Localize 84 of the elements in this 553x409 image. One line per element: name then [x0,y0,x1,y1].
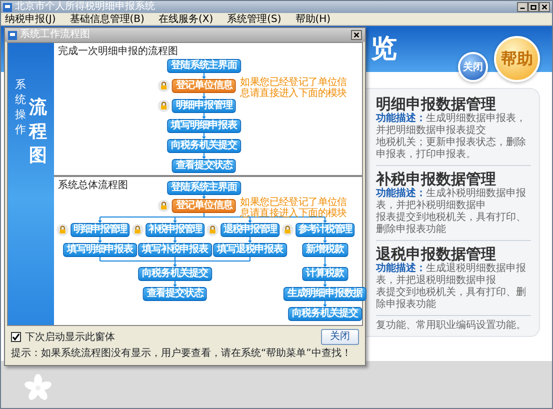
note-text: 如果您已经登记了单位信息请直接进入下面的模块 [240,77,348,99]
flow-step: 新增税款 [302,243,348,257]
flow-arrow [202,112,206,119]
flow-arrow [98,236,102,243]
checkbox[interactable] [11,332,21,342]
menu-item[interactable]: 基础信息管理(B) [70,13,144,25]
flow-step: 填写退税申报表 [213,243,287,257]
lock-icon [282,224,294,236]
checkbox-label: 下次启动显示此窗体 [25,330,115,344]
flow-step: 登陆系统主界面 [167,59,241,73]
lock-icon [158,200,170,212]
close-button[interactable] [539,2,550,12]
menu-item[interactable]: 帮助(H) [295,13,331,25]
flow-arrow [323,256,327,267]
flow-step: 补税申报管理 [146,223,204,237]
flow-step: 登记单位信息 [172,199,236,213]
flow-arrow [323,236,327,243]
flow-arrow [202,152,206,159]
description-text: 功能描述：生成补税明细数据申报表，并把补税明细数据申 [376,188,527,212]
app-icon [3,2,12,12]
flow-step: 登陆系统主界面 [167,181,241,195]
chart-label: 完成一次明细申报的流程图 [58,46,178,58]
flow-step: 登记单位信息 [172,79,236,93]
page-heading: 览 [371,34,397,64]
section-title: 补税申报数据管理 [376,170,497,188]
flow-arrow [202,132,206,139]
minimize-button[interactable] [517,2,528,12]
flow-step: 参考计税管理 [296,223,354,237]
flow-arrow [173,236,177,243]
flow-step: 生成明细申报数据 [283,287,367,301]
description-text: 表提交到地税机关，具有打印、删除申报表功能 [376,287,527,311]
restore-icon [529,3,538,11]
hint-text: 提示：如果系统流程图没有显示，用户要查看，请在系统“帮助菜单”中查找！ [11,346,352,361]
flow-arrow [202,194,206,199]
description-text: 地税机关；更新申报表状态，删除申报表，打印申报表。 [376,137,527,161]
description-text: 功能描述：生成退税明细数据申报表，并把退税明细数据申报 [376,263,527,286]
flow-step: 向税务机关提交 [138,267,212,281]
lock-icon [56,224,69,236]
flow-step: 填写补税申报表 [138,243,212,257]
menu-item[interactable]: 系统管理(S) [227,13,282,25]
flow-arrow [323,300,327,307]
flow-arrow [323,216,327,223]
side-title: 流程图 [29,96,47,167]
flow-arrow [202,72,206,79]
description-text: 功能描述：生成明细数据申报表，并把明细数据申报表提交 [376,113,527,136]
flow-arrow [173,216,177,223]
menu-item[interactable]: 纳税申报(J) [5,13,56,25]
section-title: 退税申报数据管理 [376,245,497,263]
flow-arrow [98,216,102,223]
app-icon [8,30,17,40]
section-title: 明细申报数据管理 [376,95,496,113]
close-button[interactable] [351,30,362,40]
description-text: 报表提交到地税机关，具有打印、删除申报表功能 [376,212,527,236]
lock-icon [158,80,170,92]
flow-arrow [248,216,252,223]
flower-icon [23,373,53,403]
close-icon [352,31,361,39]
flow-step: 查看提交状态 [172,159,236,173]
close-icon [540,3,549,11]
lock-icon [132,224,144,236]
flow-step: 填写明细申报表 [63,243,137,257]
side-caption: 系统操作 [15,77,26,137]
flow-arrow [173,260,177,267]
description-text: 复功能、常用职业编码设置功能。 [376,320,527,332]
flow-step: 填写明细申报表 [167,119,241,133]
flow-step: 向税务机关提交 [288,307,362,321]
close-button[interactable]: 关闭 [321,329,359,345]
flow-arrow [202,92,206,99]
flow-step: 向税务机关提交 [167,139,241,153]
dialog-title: 系统工作流程图 [20,28,90,42]
flow-step: 计算税款 [302,267,348,281]
flow-step: 明细申报管理 [70,223,130,237]
note-text: 如果您已经登记了单位信息请直接进入下面的模块 [240,197,348,219]
restore-button[interactable] [528,2,539,12]
flow-step: 明细申报管理 [172,99,236,113]
flow-arrow [173,280,177,287]
lock-icon [158,100,170,112]
flow-step: 退税申报管理 [220,223,280,237]
flow-step: 查看提交状态 [142,287,208,301]
menu-item[interactable]: 在线服务(X) [158,13,214,25]
lock-icon [206,224,219,236]
flow-arrow [248,236,252,243]
flow-arrow [323,280,327,287]
chart-label: 系统总体流程图 [58,180,128,192]
